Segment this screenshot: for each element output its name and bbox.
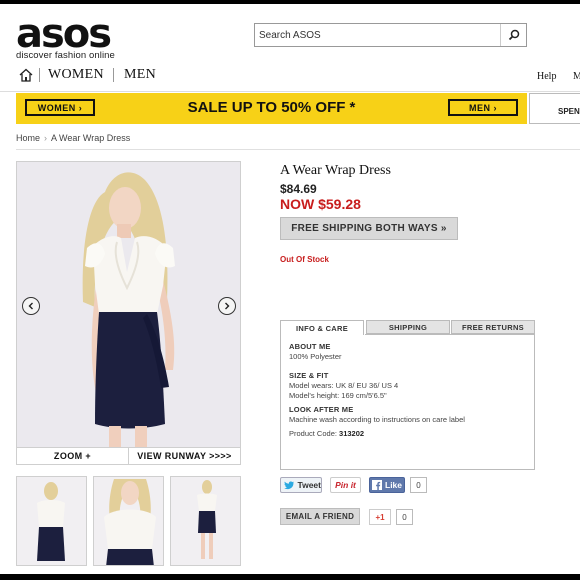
search-box <box>254 23 527 47</box>
asos-logo[interactable]: asos discover fashion online <box>16 14 115 61</box>
original-price: $84.69 <box>280 182 317 196</box>
about-heading: ABOUT ME <box>289 342 331 351</box>
thumbnail-photo <box>104 479 156 565</box>
nav-divider <box>39 68 40 82</box>
email-friend-button[interactable]: EMAIL A FRIEND <box>280 508 360 525</box>
thumbnail-photo <box>197 480 217 559</box>
product-code-label: Product Code: <box>289 429 340 438</box>
next-image-button[interactable] <box>218 297 236 315</box>
prev-image-button[interactable] <box>22 297 40 315</box>
info-tabs: INFO & CARE SHIPPING FREE RETURNS <box>280 320 535 335</box>
breadcrumb: Home › A Wear Wrap Dress <box>16 133 130 143</box>
logo-wordmark: asos <box>16 11 112 57</box>
nav-more[interactable]: M <box>573 71 580 82</box>
image-controls: ZOOM + VIEW RUNWAY >>>> <box>16 448 241 465</box>
nav-help[interactable]: Help <box>537 71 556 82</box>
pin-it-button[interactable]: Pin it <box>330 477 361 493</box>
logo-tagline: discover fashion online <box>16 50 115 61</box>
product-code-value: 313202 <box>339 429 365 438</box>
thumbnail[interactable] <box>93 476 164 566</box>
nav-rule <box>0 91 580 92</box>
chevron-right-icon <box>225 302 230 310</box>
tweet-label: Tweet <box>297 480 321 490</box>
care-text: Machine wash according to instructions o… <box>289 415 465 424</box>
like-count: 0 <box>410 477 427 493</box>
model-height-text: Model's height: 169 cm/5'6.5" <box>289 391 387 400</box>
search-button[interactable] <box>500 24 526 46</box>
facebook-icon <box>372 480 382 490</box>
twitter-bird-icon <box>284 480 295 489</box>
about-text: 100% Polyester <box>289 352 342 361</box>
zoom-button[interactable]: ZOOM + <box>17 448 129 464</box>
free-shipping-button[interactable]: FREE SHIPPING BOTH WAYS » <box>280 217 458 240</box>
tab-shipping[interactable]: SHIPPING <box>366 320 450 334</box>
breadcrumb-home[interactable]: Home <box>16 133 40 143</box>
product-code: Product Code: 313202 <box>289 429 526 439</box>
breadcrumb-current: A Wear Wrap Dress <box>51 133 131 143</box>
tab-free-returns[interactable]: FREE RETURNS <box>451 320 535 334</box>
spend-promo[interactable]: SPEN <box>529 93 580 124</box>
sale-price: NOW $59.28 <box>280 196 361 212</box>
tweet-button[interactable]: Tweet <box>280 477 322 493</box>
google-plus-button[interactable]: +1 <box>369 509 391 525</box>
chevron-left-icon <box>28 302 33 310</box>
nav-women[interactable]: WOMEN <box>48 67 104 83</box>
product-title: A Wear Wrap Dress <box>280 163 391 178</box>
main-nav: WOMEN MEN Help M <box>0 62 580 92</box>
size-heading: SIZE & FIT <box>289 371 329 380</box>
banner-men-button[interactable]: MEN › <box>448 99 518 116</box>
tab-info-care[interactable]: INFO & CARE <box>280 320 364 335</box>
model-photo <box>17 162 240 447</box>
care-heading: LOOK AFTER ME <box>289 405 354 414</box>
home-icon[interactable] <box>19 68 33 82</box>
info-panel: ABOUT ME 100% Polyester SIZE & FIT Model… <box>280 334 535 470</box>
thumbnail[interactable] <box>16 476 87 566</box>
thumbnail[interactable] <box>170 476 241 566</box>
product-main-image[interactable] <box>16 161 241 448</box>
divider <box>16 149 580 150</box>
like-label: Like <box>385 480 403 490</box>
facebook-like-button[interactable]: Like <box>369 477 405 493</box>
stock-status: Out Of Stock <box>280 255 329 264</box>
nav-men[interactable]: MEN <box>124 67 156 83</box>
nav-divider <box>113 68 114 82</box>
sale-banner[interactable]: WOMEN › SALE UP TO 50% OFF * MEN › <box>16 93 527 124</box>
breadcrumb-separator: › <box>44 133 48 143</box>
thumbnail-photo <box>37 482 65 561</box>
search-icon <box>508 29 519 41</box>
view-runway-button[interactable]: VIEW RUNWAY >>>> <box>129 448 240 464</box>
search-input[interactable] <box>255 24 501 46</box>
product-page: asos discover fashion online WOMEN MEN H… <box>0 4 580 574</box>
size-text: Model wears: UK 8/ EU 36/ US 4 <box>289 381 399 390</box>
gplus-count: 0 <box>396 509 413 525</box>
